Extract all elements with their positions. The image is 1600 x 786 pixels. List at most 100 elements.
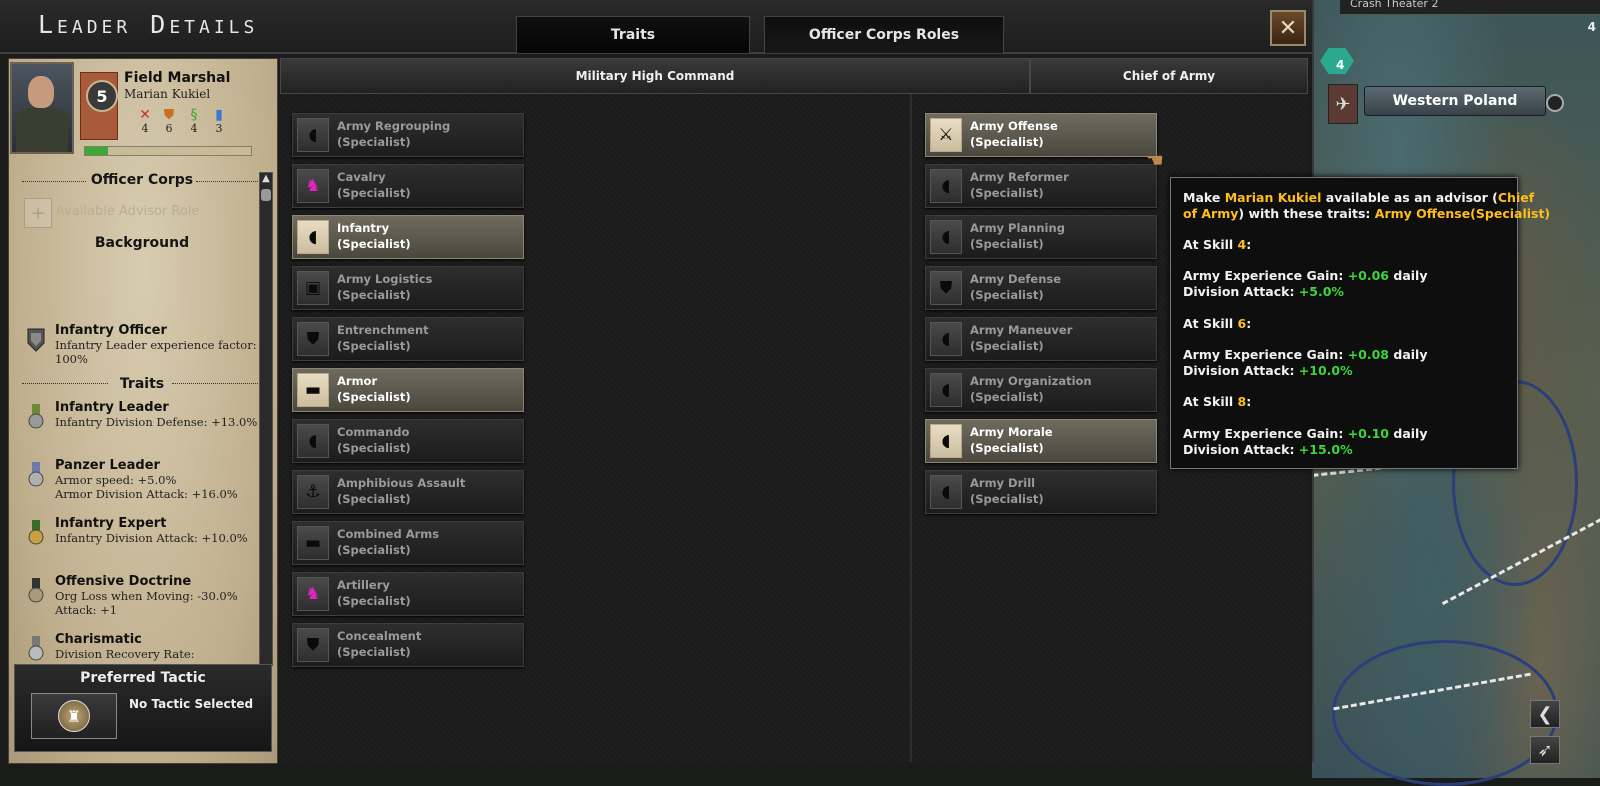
leader-name: Marian Kukiel [124,87,211,101]
role-card-army-morale[interactable]: ◖ Army Morale (Specialist) [925,419,1157,463]
attack-icon: ✕ [139,107,151,123]
tab-officer-corps-roles[interactable]: Officer Corps Roles [764,16,1004,53]
role-card-entrenchment[interactable]: ⛊ Entrenchment (Specialist) [292,317,524,361]
role-specialization: (Specialist) [337,492,411,506]
river [1332,640,1558,786]
add-advisor-role-button[interactable]: + [24,198,52,228]
state-badge-number: 4 [1336,58,1345,72]
tooltip-skill-heading: At Skill 6: [1183,316,1252,331]
military-high-command-header: Military High Command [280,58,1030,94]
role-name: Infantry [337,221,390,235]
role-card-amphibious-assault[interactable]: ⚓ Amphibious Assault (Specialist) [292,470,524,514]
role-card-infantry[interactable]: ◖ Infantry (Specialist) [292,215,524,259]
role-card-commando[interactable]: ◖ Commando (Specialist) [292,419,524,463]
leader-details-window: Leader Details Traits Officer Corps Role… [0,0,1314,764]
role-specialization: (Specialist) [970,288,1044,302]
scroll-up-icon[interactable]: ▲ [260,173,272,187]
role-specialization: (Specialist) [337,186,411,200]
shield-icon: ⛊ [930,271,962,305]
role-specialization: (Specialist) [337,441,411,455]
helmet-icon: ◖ [297,220,329,254]
trait-name: Charismatic [55,632,142,647]
rank-level-badge: 5 [86,80,118,112]
role-card-army-planning[interactable]: ◖ Army Planning (Specialist) [925,215,1157,259]
bow-icon[interactable]: ➶ [1530,736,1560,764]
available-advisor-role-label: Available Advisor Role [56,204,200,219]
collapse-arrow-icon[interactable]: ❮ [1530,700,1560,728]
preferred-tactic-heading: Preferred Tactic [80,670,206,686]
helmet-icon: ◖ [930,373,962,407]
tooltip-xp-line: Army Experience Gain: +0.08 daily [1183,347,1428,362]
tooltip-intro-line-2: of Army) with these traits: Army Offense… [1183,206,1551,221]
medal-icon [28,636,44,661]
advisor-tooltip: Make Marian Kukiel available as an advis… [1170,177,1550,469]
experience-bar [84,146,252,156]
shield-icon: ⛊ [297,628,329,662]
role-specialization: (Specialist) [337,339,411,353]
traits-scrollbar[interactable]: ▲ [259,172,273,666]
trait-desc: Division Recovery Rate: [55,647,195,661]
role-name: Army Organization [970,374,1092,388]
role-specialization: (Specialist) [970,390,1044,404]
experience-bar-fill [85,147,109,155]
tab-officer-corps-roles-label: Officer Corps Roles [808,27,960,43]
high-command-roles-list: ◖ Army Regrouping (Specialist) ♞ Cavalry (Spe… [280,94,910,762]
tooltip-intro-line-1: Make Marian Kukiel available as an advis… [1183,190,1535,205]
trait-desc: Infantry Division Defense: +13.0% [55,415,258,429]
role-name: Army Morale [970,425,1053,439]
region-toggle-icon[interactable] [1546,94,1564,112]
role-card-army-organization[interactable]: ◖ Army Organization (Specialist) [925,368,1157,412]
role-card-armor[interactable]: ▬ Armor (Specialist) [292,368,524,412]
role-name: Commando [337,425,410,439]
tab-traits[interactable]: Traits [516,16,750,53]
role-specialization: (Specialist) [970,441,1044,455]
trait-panzer-leader[interactable]: Panzer Leader Armor speed: +5.0% Armor D… [22,458,262,514]
preferred-tactic-button[interactable]: ♜ [31,693,117,739]
defense-icon: ⛊ [163,107,175,123]
background-trait-desc: Infantry Leader experience factor: 100% [55,338,257,366]
role-card-army-defense[interactable]: ⛊ Army Defense (Specialist) [925,266,1157,310]
trait-name: Infantry Expert [55,516,167,531]
cavalry-icon: ♞ [297,169,329,203]
trait-infantry-expert[interactable]: Infantry Expert Infantry Division Attack… [22,516,262,566]
officer-corps-heading: Officer Corps [8,172,276,188]
region-name-label[interactable]: Western Poland [1364,86,1546,116]
background-trait-name: Infantry Officer [55,323,167,338]
role-card-army-regrouping[interactable]: ◖ Army Regrouping (Specialist) [292,113,524,157]
role-specialization: (Specialist) [337,135,411,149]
trait-charismatic[interactable]: Charismatic Division Recovery Rate: [22,632,262,662]
close-button[interactable]: ✕ [1270,10,1306,46]
role-specialization: (Specialist) [337,237,411,251]
background-trait[interactable]: Infantry Officer Infantry Leader experie… [22,323,262,367]
scrollbar-thumb[interactable] [261,189,271,201]
role-card-army-drill[interactable]: ◖ Army Drill (Specialist) [925,470,1157,514]
role-name: Army Maneuver [970,323,1073,337]
role-name: Cavalry [337,170,386,184]
military-high-command-label: Military High Command [575,69,735,83]
role-card-concealment[interactable]: ⛊ Concealment (Specialist) [292,623,524,667]
role-card-army-maneuver[interactable]: ◖ Army Maneuver (Specialist) [925,317,1157,361]
role-card-cavalry[interactable]: ♞ Cavalry (Specialist) [292,164,524,208]
role-name: Artillery [337,578,390,592]
role-card-army-offense[interactable]: ⚔ Army Offense (Specialist) [925,113,1157,157]
shield-icon: ⛊ [297,322,329,356]
role-card-artillery[interactable]: ♞ Artillery (Specialist) [292,572,524,616]
trait-offensive-doctrine[interactable]: Offensive Doctrine Org Loss when Moving:… [22,574,262,630]
planning-stat: § 4 [186,108,202,135]
trait-name: Panzer Leader [55,458,160,473]
role-card-army-reformer[interactable]: ◖ Army Reformer (Specialist) [925,164,1157,208]
logistics-icon: ▮ [215,107,223,123]
helmet-icon: ◖ [297,118,329,152]
role-card-combined-arms[interactable]: ▬ Combined Arms (Specialist) [292,521,524,565]
air-region-icon[interactable]: ✈ [1328,84,1358,124]
chess-pieces-icon: ♜ [58,700,90,732]
logistics-stat: ▮ 3 [211,108,227,135]
window-title: Leader Details [38,10,259,39]
role-card-army-logistics[interactable]: ▣ Army Logistics (Specialist) [292,266,524,310]
anchor-icon: ⚓ [297,475,329,509]
medal-icon [28,578,44,603]
helmet-icon: ◖ [930,220,962,254]
background-heading-text: Background [94,235,190,251]
tank-icon: ▬ [297,526,329,560]
trait-infantry-leader[interactable]: Infantry Leader Infantry Division Defens… [22,400,262,450]
